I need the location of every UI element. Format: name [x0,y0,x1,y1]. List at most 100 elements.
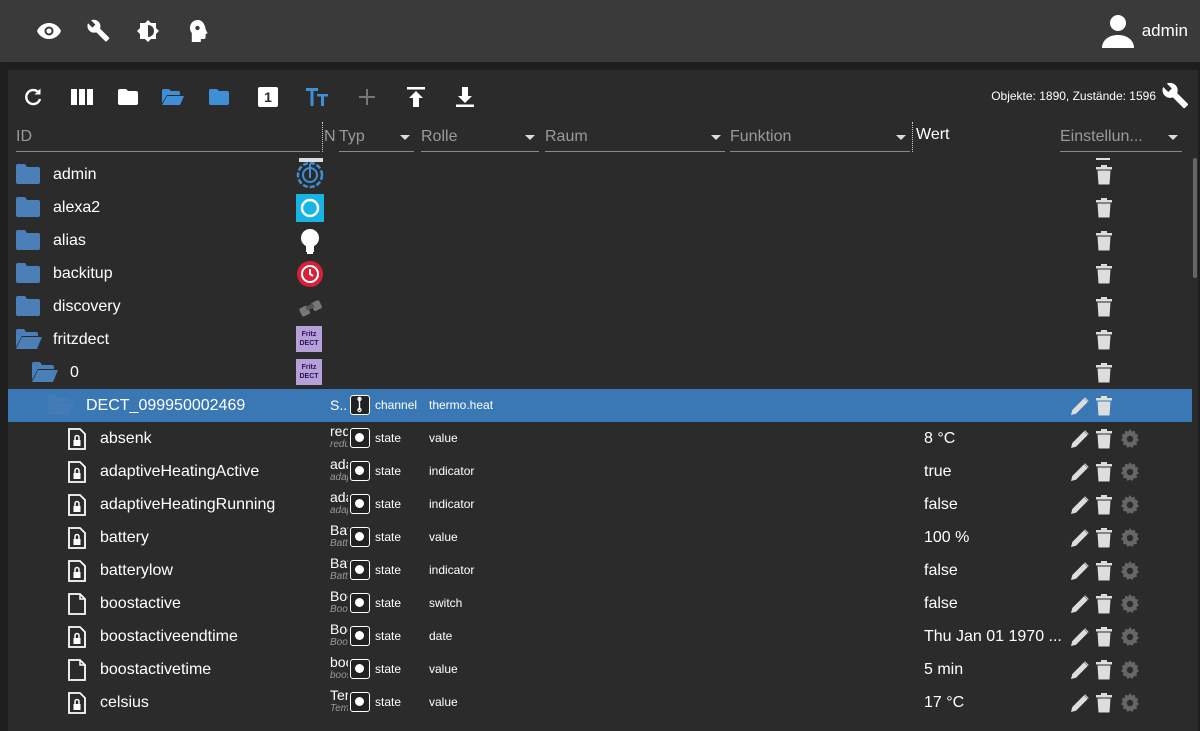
table-row[interactable]: boostactivetime boostboost state value 5 min [8,653,1192,686]
folder-icon[interactable] [16,263,40,288]
row-value[interactable]: false [924,488,958,521]
row-value[interactable]: 100 % [924,521,969,554]
text-size-icon[interactable] [304,84,330,110]
edit-icon[interactable] [1070,561,1090,581]
row-value[interactable]: false [924,587,958,620]
settings-gear-icon[interactable] [1120,693,1140,713]
settings-gear-icon[interactable] [1120,429,1140,449]
table-row[interactable]: absenk reduziertereduziert state value 8 °C [8,422,1192,455]
brightness-icon[interactable] [133,16,163,46]
row-short-name: reduziertereduziert [330,424,348,450]
table-row[interactable]: adaptiveHeatingRunning adaptiveadaptive st… [8,488,1192,521]
header-id[interactable]: ID [16,122,320,152]
table-row[interactable]: batterylow BatterieBatterie state indicator… [8,554,1192,587]
edit-icon[interactable] [1070,627,1090,647]
folder-open-icon[interactable] [16,329,42,354]
delete-icon[interactable] [1096,693,1116,713]
row-value[interactable]: false [924,554,958,587]
delete-icon[interactable] [1096,495,1116,515]
row-value[interactable]: 8 °C [924,422,955,455]
table-row[interactable]: admin [8,158,1192,191]
settings-gear-icon[interactable] [1120,627,1140,647]
row-type: state [375,596,402,610]
table-row[interactable]: alias [8,224,1192,257]
user-menu[interactable]: admin [1101,12,1188,50]
upload-icon[interactable] [403,84,429,110]
edit-icon[interactable] [1070,495,1090,515]
edit-icon[interactable] [1070,396,1090,416]
folder-icon[interactable] [16,230,40,255]
table-row[interactable]: DECT_099950002469 S.. channel thermo.heat [8,389,1192,422]
row-value[interactable]: 17 °C [924,686,964,719]
settings-gear-icon[interactable] [1120,495,1140,515]
delete-icon[interactable] [1096,627,1116,647]
folder-open-icon[interactable] [48,395,74,420]
table-row[interactable]: alexa2 [8,191,1192,224]
table-row[interactable]: 0 Fritz DECT [8,356,1192,389]
table-row[interactable]: battery BatterieBatterie state value 100 % [8,521,1192,554]
table-row[interactable]: discovery [8,290,1192,323]
edit-icon[interactable] [1070,660,1090,680]
settings-gear-icon[interactable] [1120,561,1140,581]
settings-wrench-icon[interactable] [1162,82,1190,110]
settings-gear-icon[interactable] [1120,462,1140,482]
download-icon[interactable] [452,84,478,110]
table-row[interactable]: adaptiveHeatingActive adaptiveadaptive sta… [8,455,1192,488]
header-typ[interactable]: Typ [339,122,414,152]
refresh-icon[interactable] [20,84,46,110]
delete-icon[interactable] [1096,429,1116,449]
delete-icon[interactable] [1096,594,1116,614]
folder-icon[interactable] [16,164,40,189]
delete-icon[interactable] [1096,660,1116,680]
folder-icon[interactable] [16,296,40,321]
columns-icon[interactable] [69,84,95,110]
edit-icon[interactable] [1070,693,1090,713]
row-value[interactable]: Thu Jan 01 1970 ... [924,620,1062,653]
delete-icon[interactable] [1096,462,1116,482]
header-einstellungen[interactable]: Einstellun... [1060,122,1182,152]
settings-gear-icon[interactable] [1120,660,1140,680]
add-icon[interactable] [354,84,380,110]
expert-mode-icon[interactable] [183,16,213,46]
delete-icon[interactable] [1096,165,1116,185]
header-name[interactable]: N [322,122,338,152]
folder-open-icon[interactable] [160,84,186,110]
settings-gear-icon[interactable] [1120,594,1140,614]
header-raum[interactable]: Raum [545,122,725,152]
row-value[interactable]: 5 min [924,653,963,686]
table-row[interactable]: boostactiveendtime BoostBoost state date Thu… [8,620,1192,653]
table-row[interactable]: fritzdect Fritz DECT [8,323,1192,356]
settings-gear-icon[interactable] [1120,528,1140,548]
row-role: indicator [429,563,475,577]
folder-icon[interactable] [16,197,40,222]
table-row[interactable]: boostactive BoostBoost state switch false [8,587,1192,620]
header-rolle[interactable]: Rolle [421,122,539,152]
edit-icon[interactable] [1070,594,1090,614]
delete-icon[interactable] [1096,231,1116,251]
header-funktion[interactable]: Funktion [730,122,910,152]
eye-icon[interactable] [34,16,64,46]
row-type: state [375,464,402,478]
edit-icon[interactable] [1070,462,1090,482]
row-value[interactable]: true [924,455,952,488]
delete-icon[interactable] [1096,297,1116,317]
delete-icon[interactable] [1096,264,1116,284]
table-row[interactable]: celsius TemperaturTemperatur state value 17 … [8,686,1192,719]
delete-icon[interactable] [1096,396,1116,416]
folder-blue-icon[interactable] [206,84,232,110]
delete-icon[interactable] [1096,561,1116,581]
edit-icon[interactable] [1070,528,1090,548]
number-badge-icon[interactable]: 1 [255,84,281,110]
delete-icon[interactable] [1096,330,1116,350]
wrench-icon[interactable] [84,16,114,46]
scrollbar-thumb[interactable] [1193,158,1197,278]
delete-icon[interactable] [1096,363,1116,383]
header-wert[interactable]: Wert [912,122,1052,152]
delete-icon[interactable] [1096,528,1116,548]
folder-closed-icon[interactable] [115,84,141,110]
edit-icon[interactable] [1070,429,1090,449]
folder-open-icon[interactable] [32,362,58,387]
table-row[interactable]: backitup [8,257,1192,290]
scrollbar[interactable] [1192,158,1198,731]
delete-icon[interactable] [1096,198,1116,218]
